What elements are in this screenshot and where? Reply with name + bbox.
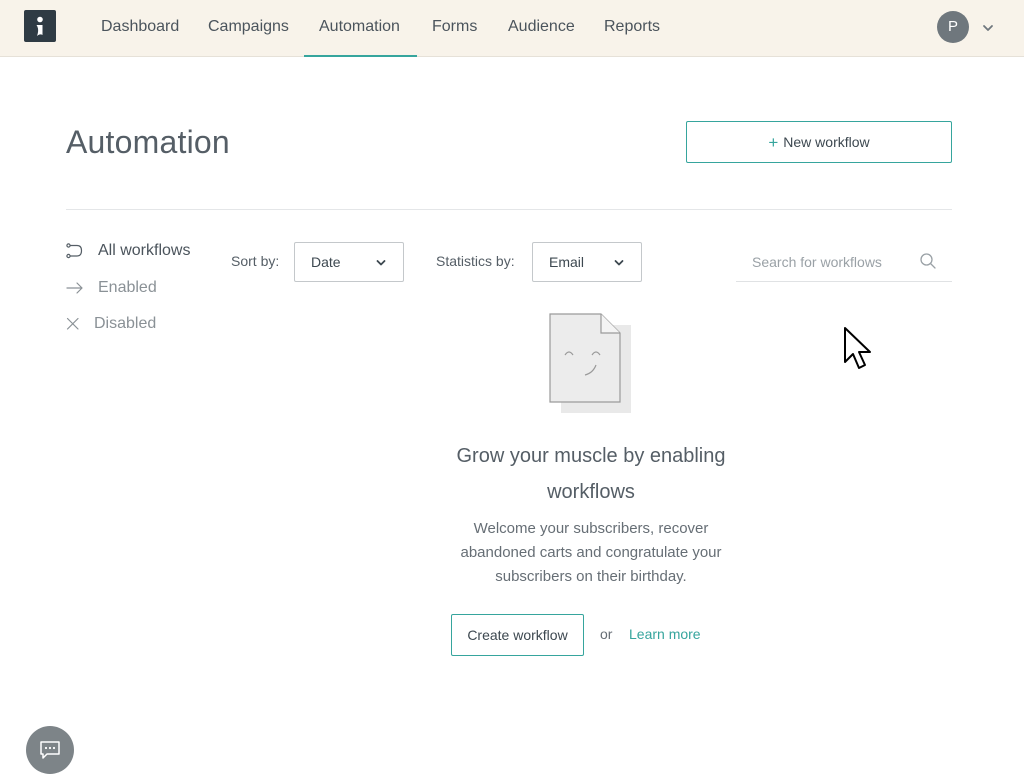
page-title: Automation	[66, 124, 230, 160]
nav-campaigns[interactable]: Campaigns	[208, 0, 289, 57]
chat-button[interactable]	[26, 726, 74, 774]
statistics-by-value: Email	[549, 254, 585, 270]
sort-by-value: Date	[311, 254, 341, 270]
nav-automation[interactable]: Automation	[319, 0, 400, 57]
sidebar-item-enabled[interactable]: Enabled	[66, 277, 166, 299]
header-divider	[66, 209, 952, 210]
empty-state-title: Grow your muscle by enabling workflows	[456, 445, 726, 503]
close-icon	[66, 317, 79, 330]
sidebar-item-label: All workflows	[98, 242, 191, 259]
learn-more-link[interactable]: Learn more	[629, 626, 701, 642]
nav-forms[interactable]: Forms	[432, 0, 477, 57]
arrow-right-icon	[66, 282, 83, 294]
or-text: or	[600, 626, 613, 642]
sort-by-label: Sort by:	[231, 253, 280, 269]
plus-icon: +	[768, 133, 779, 152]
top-navigation-bar: Dashboard Campaigns Automation Forms Aud…	[0, 0, 1024, 57]
create-workflow-button[interactable]: Create workflow	[451, 614, 584, 656]
chat-icon	[40, 741, 60, 759]
search-box	[736, 244, 952, 282]
search-icon[interactable]	[919, 252, 937, 270]
workflow-icon	[66, 243, 83, 259]
empty-state-description: Welcome your subscribers, recover abando…	[460, 520, 722, 585]
empty-document-icon	[549, 313, 631, 413]
statistics-by-dropdown[interactable]: Email	[532, 242, 642, 282]
chevron-down-icon[interactable]	[980, 20, 996, 36]
nav-audience[interactable]: Audience	[508, 0, 575, 57]
statistics-by-label: Statistics by:	[436, 253, 515, 269]
user-avatar[interactable]: P	[937, 11, 969, 43]
sidebar-item-disabled[interactable]: Disabled	[66, 313, 166, 335]
sidebar-item-all-workflows[interactable]: All workflows	[66, 240, 206, 262]
active-tab-indicator	[304, 55, 417, 57]
app-logo[interactable]	[24, 10, 56, 42]
mouse-pointer-icon	[844, 327, 871, 369]
sidebar-item-label: Disabled	[94, 315, 157, 332]
sort-by-dropdown[interactable]: Date	[294, 242, 404, 282]
search-input[interactable]	[736, 244, 916, 280]
new-workflow-button[interactable]: + New workflow	[686, 121, 952, 163]
nav-reports[interactable]: Reports	[604, 0, 660, 57]
new-workflow-label: New workflow	[783, 134, 870, 150]
chevron-down-icon	[376, 260, 386, 266]
chevron-down-icon	[614, 260, 624, 266]
sidebar-item-label: Enabled	[98, 279, 157, 296]
nav-dashboard[interactable]: Dashboard	[101, 0, 179, 57]
logo-icon	[36, 16, 43, 36]
